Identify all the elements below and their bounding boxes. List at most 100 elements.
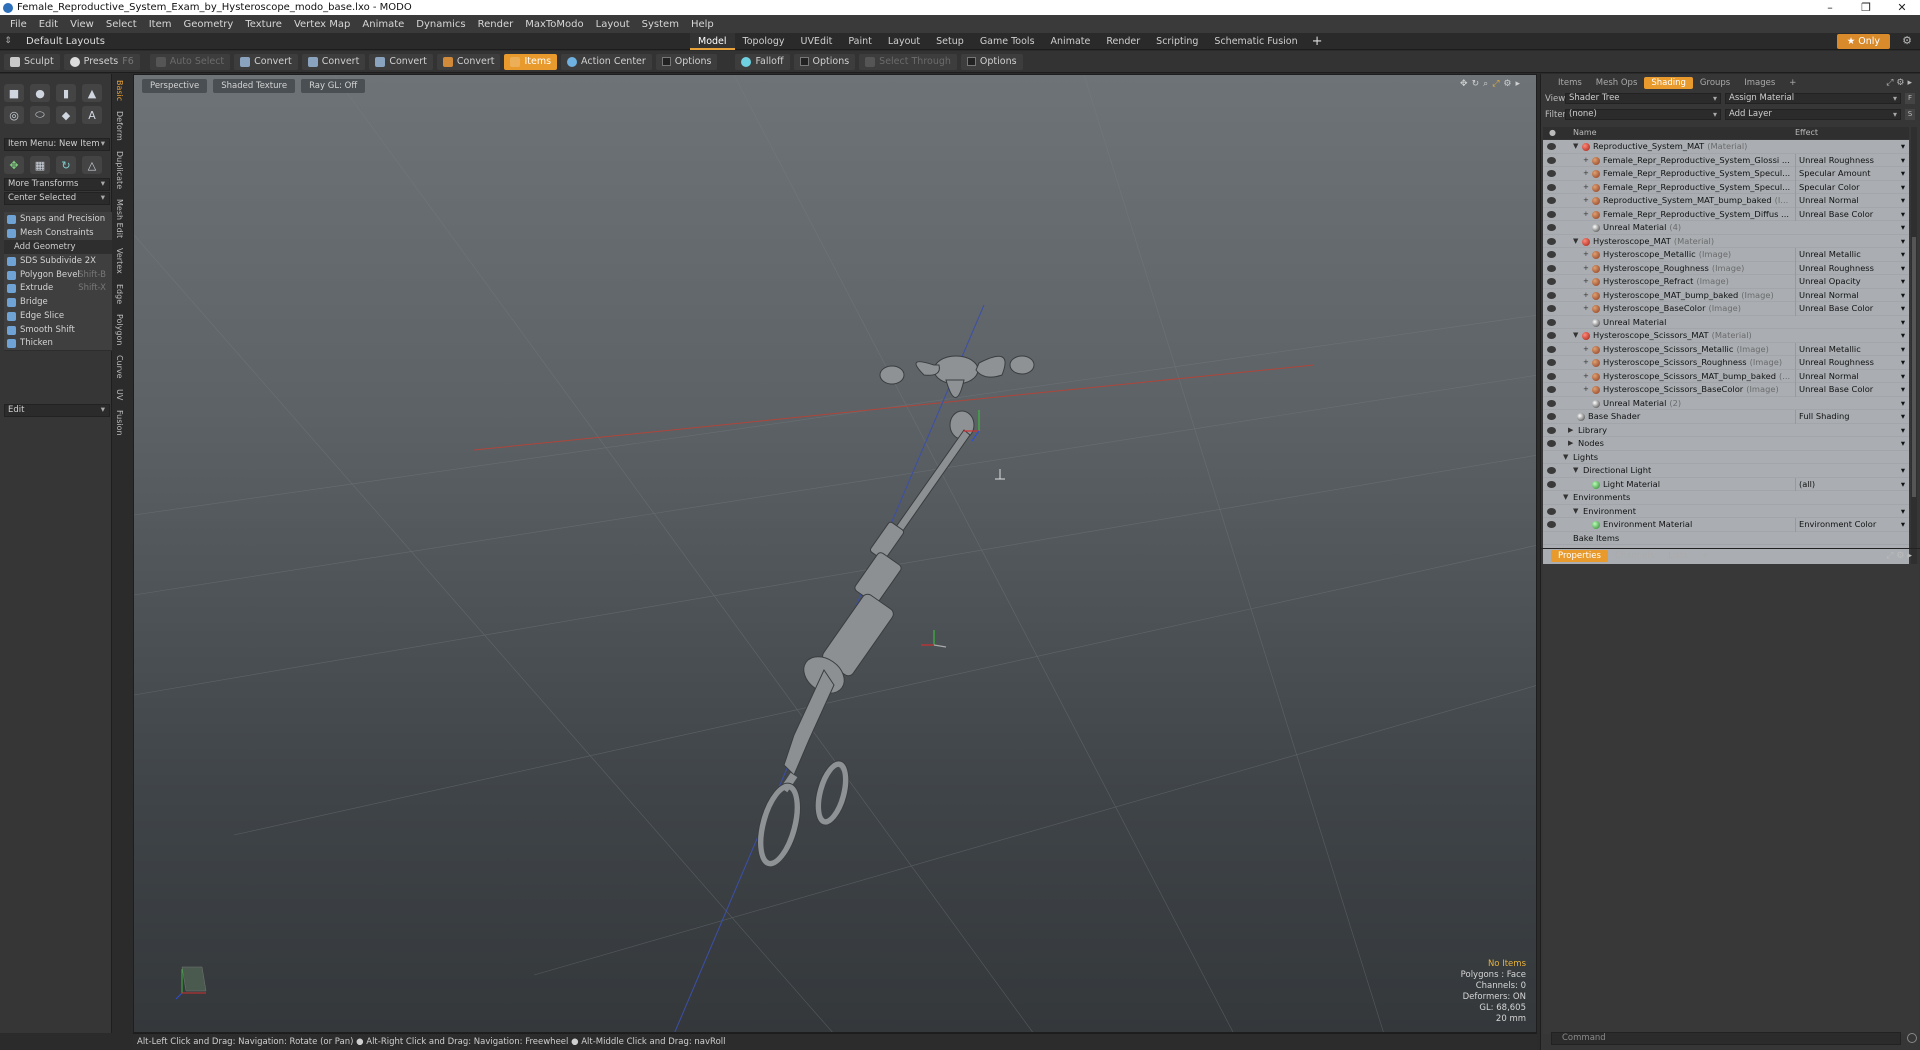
visibility-eye-icon[interactable] xyxy=(1547,183,1556,191)
expand-arrow-icon[interactable]: ▼ xyxy=(1573,329,1578,343)
expand-plus-icon[interactable]: + xyxy=(1583,370,1589,384)
shader-tree-row[interactable]: ▼ Reproductive_System_MAT (Material) xyxy=(1543,140,1909,154)
menu-render[interactable]: Render xyxy=(472,19,520,30)
menu-maxtomodo[interactable]: MaxToModo xyxy=(519,19,589,30)
mesh-constraints-button[interactable]: Mesh Constraints xyxy=(4,226,112,241)
view-dropdown[interactable]: Shader Tree xyxy=(1565,93,1721,104)
shader-tree-row[interactable]: ▼ Directional Light xyxy=(1543,464,1909,478)
visibility-eye-icon[interactable] xyxy=(1547,305,1556,312)
expand-plus-icon[interactable]: + xyxy=(1583,194,1589,208)
shader-tree-row[interactable]: ▼ Environment xyxy=(1543,505,1909,518)
shader-tree-row[interactable]: + Hysteroscope_BaseColor (Image) Unreal Bas… xyxy=(1543,302,1909,316)
expand-arrow-icon[interactable]: ▼ xyxy=(1563,491,1568,505)
shader-tree-row[interactable]: + Hysteroscope_Refract (Image) Unreal Opaci… xyxy=(1543,275,1909,289)
visibility-eye-icon[interactable] xyxy=(1547,386,1556,393)
action-center-button[interactable]: Action Center xyxy=(561,53,652,70)
visibility-eye-icon[interactable] xyxy=(1547,156,1556,164)
expand-arrow-icon[interactable]: ▼ xyxy=(1573,235,1578,249)
menu-dynamics[interactable]: Dynamics xyxy=(410,19,471,30)
shading-mode-button[interactable]: Shaded Texture xyxy=(213,79,296,93)
viewport-menu-icon[interactable]: ▸ xyxy=(1515,79,1524,89)
tab-animate[interactable]: Animate xyxy=(1043,33,1099,50)
vtab-fusion[interactable]: Fusion xyxy=(115,410,124,436)
menu-texture[interactable]: Texture xyxy=(239,19,288,30)
expand-plus-icon[interactable]: + xyxy=(1583,208,1589,222)
properties-controls-icon[interactable]: ⤢⚙▸ xyxy=(1886,551,1915,561)
shader-tree-row[interactable]: + Hysteroscope_Roughness (Image) Unreal Rou… xyxy=(1543,261,1909,276)
expand-plus-icon[interactable]: + xyxy=(1583,167,1589,181)
edit-dropdown[interactable]: Edit xyxy=(4,404,110,417)
vtab-uv[interactable]: UV xyxy=(115,389,124,400)
grid-icon[interactable]: ▦ xyxy=(30,156,50,174)
visibility-eye-icon[interactable] xyxy=(1547,521,1556,528)
menu-help[interactable]: Help xyxy=(685,19,720,30)
expand-arrow-icon[interactable]: ▼ xyxy=(1573,464,1578,478)
visibility-eye-icon[interactable] xyxy=(1547,210,1556,218)
close-icon[interactable]: ✕ xyxy=(1884,1,1920,14)
uterus-model[interactable] xyxy=(879,355,1035,440)
shader-tree-row[interactable]: + Hysteroscope_MAT_bump_baked (Image) Unrea… xyxy=(1543,288,1909,303)
shader-tree-row[interactable]: ▼ Environments xyxy=(1543,491,1909,505)
effect-dropdown[interactable]: Unreal Normal xyxy=(1795,194,1907,208)
tool-thicken-button[interactable]: Thicken xyxy=(4,336,112,352)
layout-dropdown[interactable]: Default Layouts xyxy=(16,36,112,47)
tab-groups[interactable]: Groups xyxy=(1693,77,1737,89)
visibility-eye-icon[interactable] xyxy=(1547,237,1556,245)
command-history-icon[interactable] xyxy=(1907,1033,1917,1043)
restore-icon[interactable]: ❐ xyxy=(1848,1,1884,14)
auto-select-button[interactable]: Auto Select xyxy=(149,53,231,70)
effect-dropdown[interactable]: Unreal Normal xyxy=(1795,369,1907,383)
tab-paint[interactable]: Paint xyxy=(840,33,880,50)
tab-add[interactable]: + xyxy=(1695,550,1716,562)
snaps-button[interactable]: Snaps and Precision xyxy=(4,212,112,227)
vtab-duplicate[interactable]: Duplicate xyxy=(115,151,124,189)
effect-dropdown[interactable]: Specular Amount xyxy=(1795,167,1907,181)
tab-items[interactable]: Items xyxy=(1551,77,1589,89)
shader-tree-scrollbar[interactable] xyxy=(1911,127,1917,614)
expand-arrow-icon[interactable]: ▶ xyxy=(1568,437,1573,451)
vtab-basic[interactable]: Basic xyxy=(115,80,124,101)
shader-tree-row[interactable]: + Hysteroscope_Scissors_Roughness (Image) U… xyxy=(1543,356,1909,370)
shader-tree-row[interactable]: Environment Material Environment Color xyxy=(1543,518,1909,532)
sphere-icon[interactable]: ● xyxy=(30,84,50,102)
shader-tree-row[interactable]: Unreal Material xyxy=(1543,316,1909,329)
effect-dropdown[interactable]: Unreal Roughness xyxy=(1795,261,1907,275)
presets-button[interactable]: Presets F6 xyxy=(63,53,140,70)
menu-system[interactable]: System xyxy=(636,19,685,30)
tab-channels[interactable]: Channels xyxy=(1608,550,1661,562)
tab-mesh-ops[interactable]: Mesh Ops xyxy=(1589,77,1645,89)
options-button-3[interactable]: Options xyxy=(960,53,1023,70)
tab-topology[interactable]: Topology xyxy=(735,33,793,50)
add-layout-tab-button[interactable]: + xyxy=(1306,34,1329,49)
tab-render[interactable]: Render xyxy=(1098,33,1148,50)
expand-plus-icon[interactable]: + xyxy=(1583,262,1589,276)
shader-tree-row[interactable]: + Hysteroscope_Metallic (Image) Unreal Meta… xyxy=(1543,248,1909,262)
menu-vertex-map[interactable]: Vertex Map xyxy=(288,19,356,30)
item-menu-dropdown[interactable]: Item Menu: New Item xyxy=(4,138,110,151)
cone-icon[interactable]: ▲ xyxy=(82,84,102,102)
shader-tree-row[interactable]: ▶ Nodes xyxy=(1543,437,1909,451)
shader-tree-row[interactable]: + Hysteroscope_Scissors_BaseColor (Image) U… xyxy=(1543,383,1909,397)
convert-vertices-button[interactable]: Convert xyxy=(234,53,298,70)
effect-dropdown[interactable]: Unreal Base Color xyxy=(1795,302,1907,316)
torus-icon[interactable]: ◎ xyxy=(4,106,24,124)
tab-setup[interactable]: Setup xyxy=(928,33,972,50)
vtab-curve[interactable]: Curve xyxy=(115,355,124,379)
convert-materials-button[interactable]: Convert xyxy=(436,53,501,70)
visibility-eye-icon[interactable] xyxy=(1547,426,1556,434)
effect-dropdown[interactable]: Unreal Normal xyxy=(1795,288,1907,302)
expand-plus-icon[interactable]: + xyxy=(1583,383,1589,397)
expand-plus-icon[interactable]: + xyxy=(1583,289,1589,303)
tab-model[interactable]: Model xyxy=(690,33,735,50)
effect-dropdown[interactable]: Full Shading xyxy=(1795,410,1907,424)
effect-column-header[interactable]: Effect xyxy=(1795,127,1818,139)
visibility-eye-icon[interactable] xyxy=(1547,224,1556,231)
convert-polygons-button[interactable]: Convert xyxy=(369,53,433,70)
move-view-icon[interactable]: ✥ xyxy=(1460,79,1472,89)
menu-layout[interactable]: Layout xyxy=(590,19,636,30)
vtab-vertex[interactable]: Vertex xyxy=(115,248,124,274)
expand-plus-icon[interactable]: + xyxy=(1583,248,1589,262)
visibility-eye-icon[interactable] xyxy=(1547,143,1556,150)
tab-lists[interactable]: Lists xyxy=(1661,550,1694,562)
tab-properties[interactable]: Properties xyxy=(1551,549,1608,562)
